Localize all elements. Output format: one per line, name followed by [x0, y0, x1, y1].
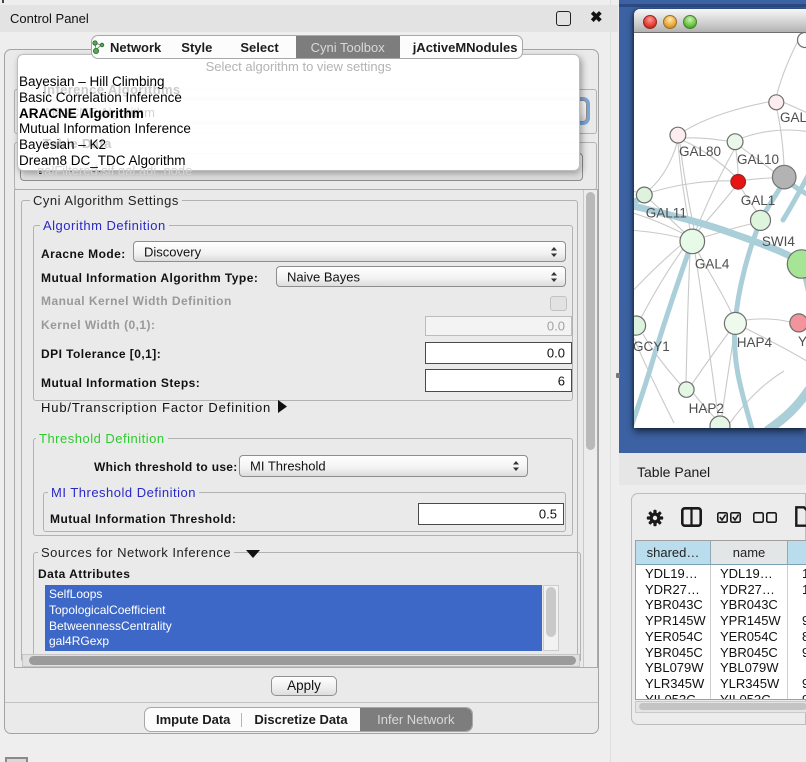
- svg-text:GAL1: GAL1: [741, 193, 776, 208]
- svg-text:GAL4: GAL4: [695, 257, 730, 272]
- svg-text:HAP2: HAP2: [689, 401, 724, 416]
- svg-text:GAL80: GAL80: [679, 144, 721, 159]
- svg-text:GCY1: GCY1: [634, 339, 670, 354]
- svg-text:SWI4: SWI4: [762, 234, 795, 249]
- svg-text:Y: Y: [798, 334, 806, 349]
- svg-text:GAL2: GAL2: [780, 110, 806, 125]
- svg-text:GAL10: GAL10: [737, 152, 779, 167]
- svg-text:GAL11: GAL11: [646, 206, 687, 221]
- svg-text:HAP4: HAP4: [737, 335, 773, 350]
